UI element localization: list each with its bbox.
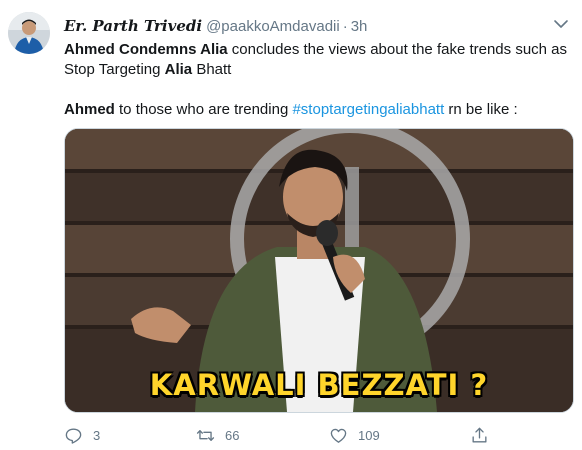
like-icon [329,426,348,445]
hashtag-link[interactable]: #stoptargetingaliabhatt [292,101,444,118]
tweet-text: Ahmed Condemns Alia concludes the views … [64,40,574,120]
avatar[interactable] [8,12,50,54]
tweet-media-image[interactable]: KARWALI BEZZATI ? [64,128,574,413]
retweet-icon [196,426,215,445]
bold-text: Alia [164,61,193,78]
bold-text: Ahmed [64,101,115,118]
body-text: rn be like : [444,101,518,118]
retweet-button[interactable]: 66 [196,424,239,446]
reply-count: 3 [93,427,101,443]
timestamp[interactable]: 3h [351,18,368,35]
share-button[interactable] [470,424,489,446]
meme-caption: KARWALI BEZZATI ? [149,368,489,402]
handle[interactable]: @paakkoAmdavadii [206,18,340,35]
like-count: 109 [358,427,380,443]
bold-text: Ahmed Condemns Alia [64,41,228,58]
tweet-card[interactable]: Er. Parth Trivedi @paakkoAmdavadii · 3h Ahm… [0,0,582,450]
tweet-text-paragraph-1: Ahmed Condemns Alia concludes the views … [64,40,574,80]
retweet-count: 66 [225,427,240,443]
tweet-actions: 3 66 109 [64,424,564,446]
like-button[interactable]: 109 [329,424,380,446]
share-icon [470,426,489,445]
reply-icon [64,426,83,445]
display-name[interactable]: Er. Parth Trivedi [64,17,202,35]
tweet-header: Er. Parth Trivedi @paakkoAmdavadii · 3h [64,17,367,37]
reply-button[interactable]: 3 [64,424,100,446]
chevron-down-icon[interactable] [552,17,570,31]
separator-dot: · [342,18,348,35]
body-text: to those who are trending [114,101,293,118]
body-text: Bhatt [192,61,232,78]
tweet-text-paragraph-2: Ahmed to those who are trending #stoptar… [64,100,574,120]
